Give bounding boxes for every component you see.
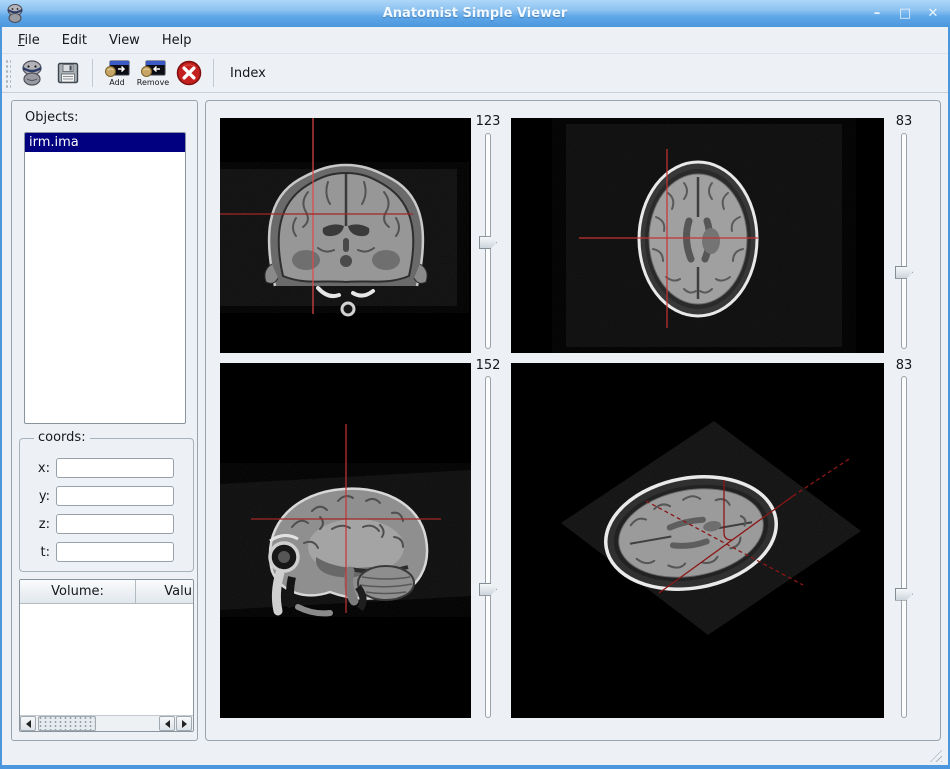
y-field[interactable] <box>56 486 174 506</box>
slider-track[interactable] <box>485 133 491 349</box>
list-item[interactable]: irm.ima <box>25 133 185 152</box>
toolbar: Add Remove Index <box>2 54 948 93</box>
titlebar[interactable]: Anatomist Simple Viewer – □ ✕ <box>0 0 950 27</box>
sagittal-brain <box>270 489 427 614</box>
axial-view-image[interactable] <box>511 118 884 353</box>
oblique-slice-value: 83 <box>888 358 920 374</box>
resize-grip[interactable] <box>928 748 942 762</box>
scroll-right-button[interactable] <box>176 716 192 731</box>
coronal-view-image[interactable] <box>220 118 471 353</box>
objects-label: Objects: <box>25 110 79 125</box>
axial-slice-value: 83 <box>888 114 920 130</box>
menu-help[interactable]: Help <box>152 30 202 51</box>
slider-handle[interactable] <box>895 266 913 279</box>
oblique-slice-slider: 83 <box>888 358 920 718</box>
slider-handle[interactable] <box>895 588 913 601</box>
t-label: t: <box>20 545 50 560</box>
right-arrow-icon <box>182 720 187 728</box>
oblique-view-image[interactable] <box>511 363 884 718</box>
slider-track[interactable] <box>485 376 491 718</box>
x-field[interactable] <box>56 458 174 478</box>
sagittal-slice-value: 152 <box>472 358 504 374</box>
delete-icon <box>176 60 202 86</box>
save-icon <box>56 61 80 85</box>
toolbar-separator <box>92 59 93 87</box>
client-area: File Edit View Help <box>2 27 948 765</box>
save-button[interactable] <box>50 56 86 90</box>
t-field[interactable] <box>56 542 174 562</box>
index-label: Index <box>230 66 266 81</box>
remove-object-button[interactable]: Remove <box>135 56 171 90</box>
add-object-button[interactable]: Add <box>99 56 135 90</box>
axial-slice-slider: 83 <box>888 114 920 349</box>
slider-track[interactable] <box>901 133 907 349</box>
menu-file[interactable]: File <box>8 30 50 51</box>
volume-column-header[interactable]: Volume: <box>20 580 136 604</box>
sagittal-view-image[interactable] <box>220 363 471 718</box>
sidebar: Objects: irm.ima coords: x: y: z: <box>11 100 198 741</box>
anatomist-logo-icon <box>19 59 45 87</box>
sagittal-slice-slider: 152 <box>472 358 504 718</box>
table-body <box>20 604 193 716</box>
maximize-button[interactable]: □ <box>896 5 914 23</box>
objects-list[interactable]: irm.ima <box>24 132 186 424</box>
oblique-view[interactable] <box>511 363 884 718</box>
menubar: File Edit View Help <box>2 27 948 54</box>
z-field[interactable] <box>56 514 174 534</box>
add-button-label: Add <box>109 79 125 87</box>
horizontal-scrollbar[interactable] <box>20 715 193 731</box>
remove-button-label: Remove <box>137 79 169 87</box>
minimize-button[interactable]: – <box>868 5 886 23</box>
y-label: y: <box>20 489 50 504</box>
scroll-left-button-2[interactable] <box>159 716 175 731</box>
add-object-icon <box>104 60 130 78</box>
axial-brain <box>639 162 757 316</box>
x-label: x: <box>20 461 50 476</box>
toolbar-drag-handle[interactable] <box>4 58 11 88</box>
scrollbar-thumb[interactable] <box>38 716 96 731</box>
slider-handle[interactable] <box>479 236 497 249</box>
slider-track[interactable] <box>901 376 907 718</box>
z-label: z: <box>20 517 50 532</box>
coronal-view[interactable] <box>220 118 471 353</box>
app-window: Anatomist Simple Viewer – □ ✕ File Edit … <box>0 0 950 769</box>
slider-handle[interactable] <box>479 583 497 596</box>
close-button[interactable]: ✕ <box>924 5 942 23</box>
value-column-header[interactable]: Valu <box>136 580 193 604</box>
axial-view[interactable] <box>511 118 884 353</box>
toolbar-separator <box>213 59 214 87</box>
sagittal-view[interactable] <box>220 363 471 718</box>
menu-edit[interactable]: Edit <box>52 30 97 51</box>
remove-object-icon <box>140 60 166 78</box>
volume-value-table: Volume: Valu <box>19 579 194 732</box>
coronal-slice-slider: 123 <box>472 114 504 349</box>
viewer-panel: 123 83 152 83 <box>205 100 941 741</box>
anatomist-logo-button[interactable] <box>14 56 50 90</box>
coords-groupbox: coords: x: y: z: t: <box>19 438 194 572</box>
left-arrow-icon <box>165 720 170 728</box>
delete-button[interactable] <box>171 56 207 90</box>
left-arrow-icon <box>26 720 31 728</box>
menu-view[interactable]: View <box>99 30 150 51</box>
coronal-slice-value: 123 <box>472 114 504 130</box>
scroll-left-button[interactable] <box>20 716 36 731</box>
window-title: Anatomist Simple Viewer <box>0 6 950 21</box>
coords-title: coords: <box>34 430 90 445</box>
